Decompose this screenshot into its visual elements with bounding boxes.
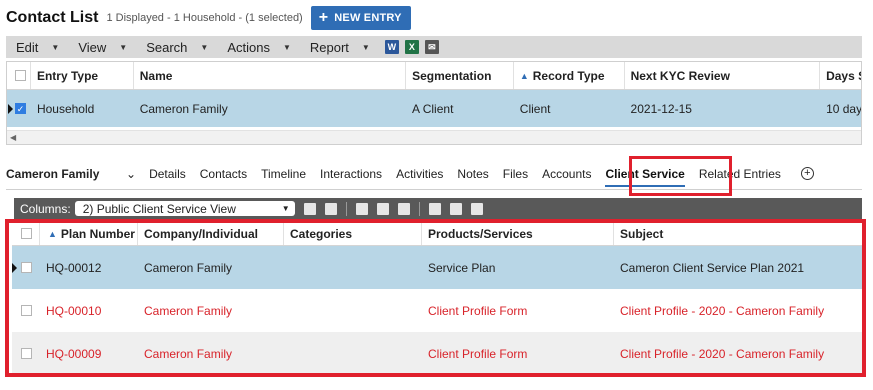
client-service-grid-highlight — [5, 219, 866, 377]
excel-export-icon[interactable] — [449, 202, 462, 215]
col-next-kyc-review[interactable]: Next KYC Review — [625, 62, 821, 89]
menu-edit-label: Edit — [16, 39, 39, 55]
tab-contacts[interactable]: Contacts — [200, 167, 247, 181]
client-service-tab-highlight — [629, 156, 732, 196]
tab-details[interactable]: Details — [149, 167, 186, 181]
cell-record-type: Client — [519, 101, 551, 116]
add-record-icon[interactable] — [303, 202, 316, 215]
tab-activities[interactable]: Activities — [396, 167, 443, 181]
caret-down-icon: ▼ — [119, 42, 128, 52]
menu-actions-label: Actions — [227, 39, 270, 55]
caret-down-icon: ▼ — [361, 42, 370, 52]
new-entry-label: NEW ENTRY — [334, 12, 402, 24]
menu-edit[interactable]: Edit ▼ — [6, 40, 68, 55]
page-header: Contact List 1 Displayed - 1 Household -… — [6, 5, 411, 31]
table-row[interactable]: ✓ Household Cameron Family A Client Clie… — [7, 90, 861, 127]
col-record-type-label: Record Type — [532, 68, 605, 83]
mail-merge-icon[interactable] — [470, 202, 483, 215]
toolbar-divider — [418, 201, 420, 216]
col-segmentation[interactable]: Segmentation — [406, 62, 514, 89]
service-grid-toolbar: Columns: 2) Public Client Service View ▼ — [14, 198, 862, 219]
tab-notes[interactable]: Notes — [457, 167, 488, 181]
sort-icon: ▲ — [519, 70, 529, 81]
cell-name: Cameron Family — [139, 101, 228, 116]
toolbar-divider — [345, 201, 347, 216]
plus-icon: + — [318, 9, 329, 26]
record-count-summary: 1 Displayed - 1 Household - (1 selected) — [106, 12, 303, 24]
caret-down-icon: ▼ — [200, 42, 209, 52]
contact-grid-header: Entry Type Name Segmentation ▲ Record Typ… — [7, 62, 861, 90]
reassign-icon[interactable] — [397, 202, 410, 215]
cell-entry-type: Household — [36, 101, 95, 116]
menu-actions[interactable]: Actions ▼ — [217, 40, 300, 55]
menu-bar: Edit ▼ View ▼ Search ▼ Actions ▼ Report ▼ W X… — [6, 36, 862, 58]
caret-down-icon: ▼ — [51, 42, 60, 52]
menu-report[interactable]: Report ▼ — [300, 40, 379, 55]
col-days[interactable]: Days S — [820, 62, 861, 89]
scroll-left-icon[interactable]: ◀ — [10, 133, 16, 142]
select-all-checkbox[interactable] — [7, 62, 31, 89]
menu-report-label: Report — [309, 39, 349, 55]
assign-icon[interactable] — [355, 202, 368, 215]
row-checkbox[interactable]: ✓ — [15, 103, 26, 114]
cell-next-kyc-review: 2021-12-15 — [630, 101, 692, 116]
tab-accounts[interactable]: Accounts — [542, 167, 591, 181]
selected-entity-name: Cameron Family — [6, 166, 100, 181]
col-record-type[interactable]: ▲ Record Type — [514, 62, 625, 89]
row-selector[interactable]: ✓ — [7, 90, 31, 127]
cell-segmentation: A Client — [412, 101, 454, 116]
horizontal-scrollbar[interactable]: ◀ — [7, 130, 861, 144]
chevron-down-icon[interactable]: ⌄ — [126, 167, 136, 181]
current-row-icon — [8, 103, 13, 114]
detail-tab-bar: Cameron Family ⌄ Details Contacts Timeli… — [6, 158, 862, 190]
tab-interactions[interactable]: Interactions — [320, 167, 382, 181]
assign-multiple-icon[interactable] — [376, 202, 389, 215]
word-export-icon[interactable]: W — [384, 40, 399, 54]
mail-merge-icon[interactable]: ✉ — [424, 40, 439, 54]
add-tab-icon[interactable]: + — [800, 167, 814, 180]
menu-search-label: Search — [146, 39, 188, 55]
caret-down-icon: ▼ — [281, 204, 290, 213]
col-entry-type[interactable]: Entry Type — [31, 62, 134, 89]
menu-view-label: View — [78, 39, 107, 55]
delete-icon[interactable] — [324, 202, 337, 215]
cell-days: 10 day — [826, 101, 861, 116]
menu-view[interactable]: View ▼ — [68, 40, 136, 55]
columns-view-value: 2) Public Client Service View — [82, 201, 236, 216]
tab-files[interactable]: Files — [503, 167, 528, 181]
col-name[interactable]: Name — [134, 62, 407, 89]
tab-timeline[interactable]: Timeline — [261, 167, 306, 181]
image-export-icon[interactable] — [428, 202, 441, 215]
caret-down-icon: ▼ — [282, 42, 291, 52]
new-entry-button[interactable]: + NEW ENTRY — [310, 6, 411, 30]
contact-grid: Entry Type Name Segmentation ▲ Record Typ… — [6, 61, 862, 145]
columns-label: Columns: — [20, 201, 71, 216]
excel-export-icon[interactable]: X — [404, 40, 419, 54]
page-title: Contact List — [6, 9, 99, 26]
menu-search[interactable]: Search ▼ — [136, 40, 217, 55]
columns-view-select[interactable]: 2) Public Client Service View ▼ — [74, 201, 295, 216]
